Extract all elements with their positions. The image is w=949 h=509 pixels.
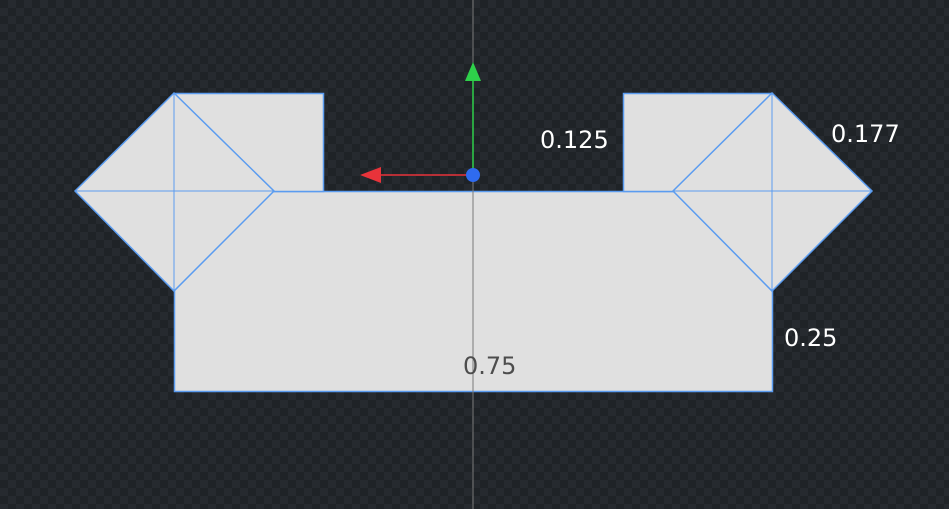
dimension-label-base-width: 0.75: [463, 352, 517, 380]
red-arrow-icon[interactable]: [360, 167, 381, 183]
viewport-canvas[interactable]: 0.125 0.177 0.25 0.75: [0, 0, 949, 509]
drawing-svg[interactable]: [0, 0, 949, 509]
dimension-label-top-gap: 0.125: [540, 126, 609, 154]
blue-dot-icon[interactable]: [466, 168, 480, 182]
dimension-label-diagonal: 0.177: [831, 120, 900, 148]
transform-gizmo[interactable]: [360, 62, 481, 183]
dimension-label-side-height: 0.25: [784, 324, 838, 352]
green-arrow-icon[interactable]: [465, 62, 481, 81]
